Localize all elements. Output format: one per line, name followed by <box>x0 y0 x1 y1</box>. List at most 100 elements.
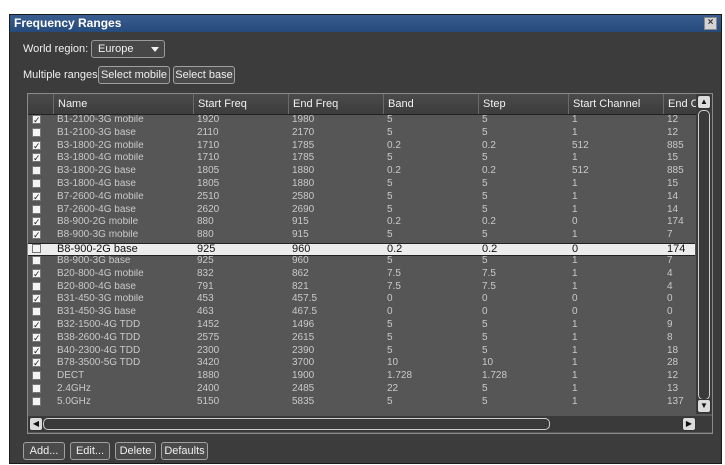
row-checkbox[interactable] <box>32 307 41 317</box>
table-row[interactable]: B31-450-3G base 463 467.5 0 0 0 0 <box>28 307 695 317</box>
world-region-select[interactable]: Europe <box>91 40 165 58</box>
cell-step: 5 <box>482 191 488 202</box>
row-checkbox[interactable]: ✓ <box>32 332 41 342</box>
select-base-button[interactable]: Select base <box>173 66 235 84</box>
cell-start-channel: 512 <box>572 140 589 151</box>
cell-end-channel: 885 <box>667 140 684 151</box>
cell-end-channel: 174 <box>667 244 686 255</box>
scroll-left-icon[interactable]: ◀ <box>29 417 43 431</box>
row-checkbox[interactable] <box>32 396 41 406</box>
header-start-freq[interactable]: Start Freq <box>193 94 288 114</box>
cell-start-channel: 1 <box>572 320 578 330</box>
row-checkbox[interactable]: ✓ <box>32 115 41 125</box>
header-name[interactable]: Name <box>53 94 193 114</box>
table-row[interactable]: ✓ B8-900-3G mobile 880 915 5 5 1 7 <box>28 230 695 240</box>
header-start-channel[interactable]: Start Channel <box>568 94 663 114</box>
table-row[interactable]: DECT 1880 1900 1.728 1.728 1 12 <box>28 371 695 381</box>
add-button[interactable]: Add... <box>23 442 65 460</box>
header-end-channel[interactable]: End Ch <box>663 94 696 114</box>
row-checkbox[interactable] <box>32 166 41 176</box>
cell-start-channel: 1 <box>572 127 578 138</box>
row-checkbox[interactable] <box>32 179 41 188</box>
row-checkbox[interactable]: ✓ <box>32 345 41 355</box>
close-icon[interactable]: × <box>704 17 717 30</box>
table-row[interactable]: B3-1800-2G base 1805 1880 0.2 0.2 512 885 <box>28 166 695 176</box>
row-checkbox[interactable]: ✓ <box>32 230 41 240</box>
table-row[interactable]: B8-900-2G base 925 960 0.2 0.2 0 174 <box>28 243 695 256</box>
table-row[interactable]: ✓ B3-1800-4G mobile 1710 1785 5 5 1 15 <box>28 153 695 163</box>
horizontal-scrollbar[interactable]: ◀ ▶ <box>28 416 712 432</box>
cell-end-freq: 2690 <box>292 204 315 215</box>
table-row[interactable]: ✓ B1-2100-3G mobile 1920 1980 5 5 1 12 <box>28 115 695 125</box>
cell-start-channel: 1 <box>572 115 578 125</box>
table-row[interactable]: ✓ B38-2600-4G TDD 2575 2615 5 5 1 8 <box>28 332 695 343</box>
table-row[interactable]: ✓ B78-3500-5G TDD 3420 3700 10 10 1 28 <box>28 358 695 368</box>
delete-button[interactable]: Delete <box>115 442 156 460</box>
table-row[interactable]: ✓ B40-2300-4G TDD 2300 2390 5 5 1 18 <box>28 345 695 356</box>
cell-start-freq: 2575 <box>197 332 220 343</box>
table-row[interactable]: B1-2100-3G base 2110 2170 5 5 1 12 <box>28 127 695 138</box>
vertical-scrollbar[interactable]: ▲ ▼ <box>696 94 712 414</box>
cell-start-channel: 1 <box>572 371 578 382</box>
table-row[interactable]: ✓ B7-2600-4G mobile 2510 2580 5 5 1 14 <box>28 191 695 202</box>
table-row[interactable]: 2.4GHz 2400 2485 22 5 1 13 <box>28 384 695 394</box>
row-checkbox[interactable] <box>32 127 41 137</box>
cell-end-channel: 8 <box>667 332 673 343</box>
cell-end-freq: 1880 <box>292 166 315 177</box>
row-checkbox[interactable]: ✓ <box>32 191 41 201</box>
row-checkbox[interactable]: ✓ <box>32 320 41 330</box>
select-mobile-button[interactable]: Select mobile <box>98 66 170 84</box>
table-row[interactable]: ✓ B20-800-4G mobile 832 862 7.5 7.5 1 4 <box>28 268 695 279</box>
table-row[interactable]: B3-1800-4G base 1805 1880 5 5 1 15 <box>28 179 695 189</box>
scroll-down-icon[interactable]: ▼ <box>697 399 711 413</box>
window-title: Frequency Ranges <box>14 16 122 30</box>
row-checkbox[interactable] <box>32 204 41 214</box>
table-row[interactable]: ✓ B31-450-3G mobile 453 457.5 0 0 0 0 <box>28 294 695 304</box>
table-row[interactable]: ✓ B32-1500-4G TDD 1452 1496 5 5 1 9 <box>28 320 695 330</box>
cell-name: B3-1800-4G base <box>57 179 136 189</box>
header-band[interactable]: Band <box>383 94 478 114</box>
row-checkbox[interactable] <box>32 281 41 291</box>
cell-end-channel: 4 <box>667 281 673 292</box>
cell-name: B78-3500-5G TDD <box>57 358 141 369</box>
row-checkbox[interactable]: ✓ <box>32 153 41 163</box>
header-step[interactable]: Step <box>478 94 568 114</box>
table-row[interactable]: ✓ B8-900-2G mobile 880 915 0.2 0.2 0 174 <box>28 217 695 227</box>
cell-start-freq: 1920 <box>197 115 220 125</box>
row-checkbox[interactable]: ✓ <box>32 358 41 368</box>
cell-band: 5 <box>387 332 393 343</box>
row-checkbox[interactable]: ✓ <box>32 268 41 278</box>
defaults-button[interactable]: Defaults <box>161 442 208 460</box>
table-row[interactable]: 5.0GHz 5150 5835 5 5 1 137 <box>28 396 695 407</box>
row-checkbox[interactable] <box>32 256 41 265</box>
table-row[interactable]: B7-2600-4G base 2620 2690 5 5 1 14 <box>28 204 695 215</box>
cell-end-channel: 28 <box>667 358 679 369</box>
table-row[interactable]: B20-800-4G base 791 821 7.5 7.5 1 4 <box>28 281 695 292</box>
scroll-up-icon[interactable]: ▲ <box>697 95 711 109</box>
row-checkbox[interactable]: ✓ <box>32 140 41 150</box>
table-row[interactable]: ✓ B3-1800-2G mobile 1710 1785 0.2 0.2 512 885 <box>28 140 695 151</box>
row-checkbox[interactable]: ✓ <box>32 217 41 227</box>
cell-band: 10 <box>387 358 399 369</box>
cell-start-freq: 1710 <box>197 140 220 151</box>
cell-step: 0.2 <box>482 244 498 255</box>
cell-end-freq: 2485 <box>292 384 315 394</box>
table-row[interactable]: B8-900-3G base 925 960 5 5 1 7 <box>28 256 695 266</box>
edit-button[interactable]: Edit... <box>70 442 110 460</box>
row-checkbox[interactable] <box>32 384 41 393</box>
row-checkbox[interactable]: ✓ <box>32 294 41 304</box>
header-end-freq[interactable]: End Freq <box>288 94 383 114</box>
cell-name: B8-900-3G base <box>57 256 131 266</box>
cell-name: B31-450-3G mobile <box>57 294 144 305</box>
cell-name: B3-1800-4G mobile <box>57 153 144 164</box>
vertical-scroll-track[interactable] <box>698 110 710 400</box>
scroll-right-icon[interactable]: ▶ <box>682 417 696 431</box>
cell-start-freq: 1880 <box>197 371 220 382</box>
cell-start-channel: 1 <box>572 191 578 202</box>
horizontal-scroll-track[interactable] <box>43 418 550 430</box>
row-checkbox[interactable] <box>32 244 41 253</box>
cell-step: 0.2 <box>482 140 496 151</box>
row-checkbox[interactable] <box>32 371 41 381</box>
cell-start-freq: 880 <box>197 230 214 241</box>
cell-step: 5 <box>482 153 488 164</box>
